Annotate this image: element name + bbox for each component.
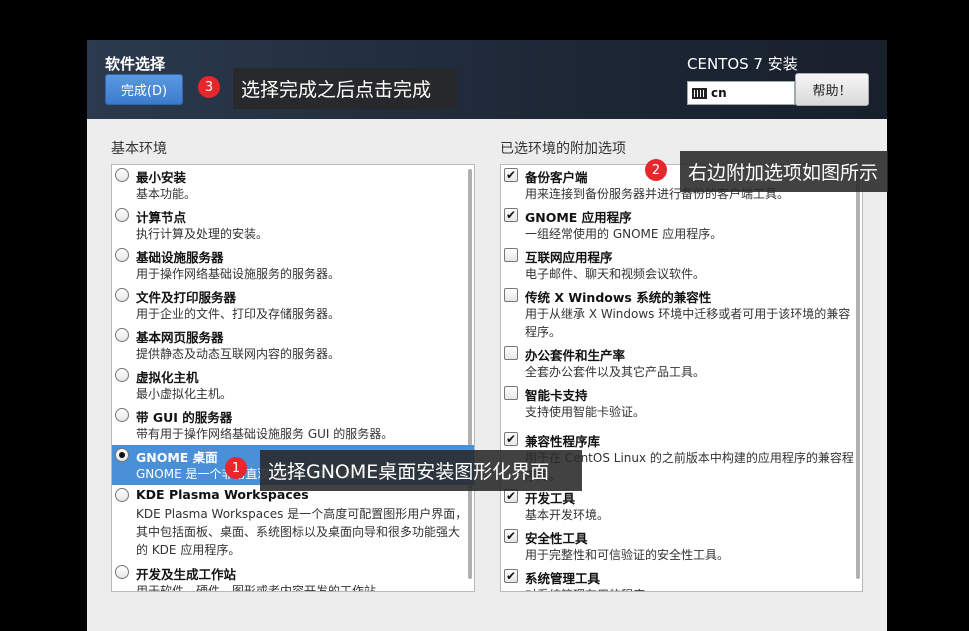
checkbox[interactable]: ✔ <box>504 569 518 583</box>
item-description: 一组经常使用的 GNOME 应用程序。 <box>525 227 723 241</box>
radio-button[interactable] <box>115 208 129 222</box>
radio-button[interactable] <box>115 288 129 302</box>
item-description: 支持使用智能卡验证。 <box>525 405 646 419</box>
checkbox[interactable]: ✔ <box>504 529 518 543</box>
radio-button[interactable] <box>115 248 129 262</box>
right-item[interactable]: 智能卡支持支持使用智能卡验证。 <box>501 383 862 423</box>
item-title: 带 GUI 的服务器 <box>136 410 233 425</box>
check-icon: ✔ <box>505 208 517 222</box>
checkbox[interactable]: ✔ <box>504 432 518 446</box>
right-item[interactable]: 办公套件和生产率全套办公套件以及其它产品工具。 <box>501 343 862 383</box>
item-description: 带有用于操作网络基础设施服务 GUI 的服务器。 <box>136 427 394 441</box>
item-description: 用于操作网络基础设施服务的服务器。 <box>136 267 341 281</box>
item-title: GNOME 桌面 <box>136 450 218 465</box>
item-description: 提供静态及动态互联网内容的服务器。 <box>136 347 341 361</box>
item-title: 文件及打印服务器 <box>136 290 237 305</box>
checkbox[interactable] <box>504 346 518 360</box>
done-button[interactable]: 完成(D) <box>105 74 183 105</box>
annotation-callout-3: 选择完成之后点击完成 <box>233 68 457 109</box>
item-description: 对系统管理有用的程序。 <box>525 586 860 591</box>
item-title: 系统管理工具 <box>525 571 601 586</box>
left-item[interactable]: 基本网页服务器提供静态及动态互联网内容的服务器。 <box>112 325 474 365</box>
right-item[interactable]: ✔ 开发工具 基本开发环境。 <box>501 486 862 526</box>
check-icon: ✔ <box>505 569 517 583</box>
item-title: 互联网应用程序 <box>525 250 613 265</box>
item-title: 计算节点 <box>136 210 187 225</box>
item-description: 基本功能。 <box>136 187 197 201</box>
radio-button[interactable] <box>115 448 129 462</box>
left-item[interactable]: 计算节点执行计算及处理的安装。 <box>112 205 474 245</box>
item-title: 开发及生成工作站 <box>136 567 237 582</box>
right-item[interactable]: ✔ 安全性工具用于完整性和可信验证的安全性工具。 <box>501 526 862 566</box>
annotation-badge-2: 2 <box>645 159 667 181</box>
item-description: 全套办公套件以及其它产品工具。 <box>525 365 706 379</box>
item-description: 电子邮件、聊天和视频会议软件。 <box>525 267 706 281</box>
annotation-callout-2: 右边附加选项如图所示 <box>680 151 888 192</box>
radio-button[interactable] <box>115 168 129 182</box>
left-item[interactable]: 开发及生成工作站用于软件、硬件、图形或者内容开发的工作站。 <box>112 562 474 592</box>
radio-button[interactable] <box>115 565 129 579</box>
item-title: 兼容性程序库 <box>525 434 601 449</box>
checkbox[interactable]: ✔ <box>504 168 518 182</box>
base-environment-label: 基本环境 <box>111 141 167 157</box>
item-title: 传统 X Windows 系统的兼容性 <box>525 290 712 305</box>
keyboard-layout-label: cn <box>711 86 727 100</box>
keyboard-layout-indicator[interactable]: cn <box>687 81 795 105</box>
item-description: 用于完整性和可信验证的安全性工具。 <box>525 548 730 562</box>
item-description: KDE Plasma Workspaces 是一个高度可配置图形用户界面，其中包… <box>136 507 468 557</box>
check-icon: ✔ <box>505 489 517 503</box>
help-button[interactable]: 帮助！ <box>795 73 869 106</box>
item-title: 智能卡支持 <box>525 388 588 403</box>
item-description: 执行计算及处理的安装。 <box>136 227 269 241</box>
annotation-badge-3: 3 <box>198 76 220 98</box>
page-title: 软件选择 <box>105 55 166 73</box>
item-title: 备份客户端 <box>525 170 588 185</box>
left-item[interactable]: 最小安装 基本功能。 <box>112 165 474 205</box>
annotation-callout-1: 选择GNOME桌面安装图形化界面 <box>260 450 582 491</box>
addons-label: 已选环境的附加选项 <box>500 141 626 157</box>
check-icon: ✔ <box>505 168 517 182</box>
item-title: 基础设施服务器 <box>136 250 224 265</box>
base-environment-list[interactable]: 最小安装基本功能。计算节点执行计算及处理的安装。 基础设施服务器用于操作网络基础设… <box>111 164 475 592</box>
right-item[interactable]: 传统 X Windows 系统的兼容性用于从继承 X Windows 环境中迁移… <box>501 285 862 343</box>
item-description: 用于从继承 X Windows 环境中迁移或者可用于该环境的兼容程序。 <box>525 307 851 339</box>
radio-button[interactable] <box>115 368 129 382</box>
left-item[interactable]: 虚拟化主机最小虚拟化主机。 <box>112 365 474 405</box>
checkbox[interactable] <box>504 288 518 302</box>
item-title: 办公套件和生产率 <box>525 348 626 363</box>
item-title: 基本网页服务器 <box>136 330 224 345</box>
radio-button[interactable] <box>115 328 129 342</box>
item-description: 用于软件、硬件、图形或者内容开发的工作站。 <box>136 584 389 592</box>
radio-button[interactable] <box>115 408 129 422</box>
installer-window: 软件选择 完成(D) CENTOS 7 安装 cn 帮助！ 基本环境 已选环境的… <box>87 40 887 631</box>
left-item[interactable]: KDE Plasma Workspaces KDE Plasma Workspac… <box>112 485 474 561</box>
checkbox[interactable] <box>504 386 518 400</box>
left-item[interactable]: 基础设施服务器用于操作网络基础设施服务的服务器。 <box>112 245 474 285</box>
product-title: CENTOS 7 安装 <box>687 55 798 73</box>
item-description: 基本开发环境。 <box>525 508 610 522</box>
item-description: 最小虚拟化主机。 <box>136 387 233 401</box>
annotation-badge-1: 1 <box>225 457 247 479</box>
right-item[interactable]: 互联网应用程序电子邮件、聊天和视频会议软件。 <box>501 245 862 285</box>
checkbox[interactable] <box>504 248 518 262</box>
item-title: GNOME 应用程序 <box>525 210 632 225</box>
item-description: 用于企业的文件、打印及存储服务器。 <box>136 307 341 321</box>
item-title: 虚拟化主机 <box>136 370 199 385</box>
left-item[interactable]: 带 GUI 的服务器带有用于操作网络基础设施服务 GUI 的服务器。 <box>112 405 474 445</box>
check-icon: ✔ <box>505 529 517 543</box>
radio-button[interactable] <box>115 488 129 502</box>
item-title: 安全性工具 <box>525 531 588 546</box>
addons-list[interactable]: ✔ 备份客户端 用来连接到备份服务器并进行备份的客户端工具。 ✔ GNOME 应用程序一… <box>500 164 863 592</box>
keyboard-icon <box>692 87 707 99</box>
right-item[interactable]: ✔ 系统管理工具对系统管理有用的程序。 <box>501 566 862 591</box>
check-icon: ✔ <box>505 432 517 446</box>
item-title: 最小安装 <box>136 170 187 185</box>
left-item[interactable]: 文件及打印服务器用于企业的文件、打印及存储服务器。 <box>112 285 474 325</box>
right-item[interactable]: ✔ GNOME 应用程序一组经常使用的 GNOME 应用程序。 <box>501 205 862 245</box>
checkbox[interactable]: ✔ <box>504 489 518 503</box>
checkbox[interactable]: ✔ <box>504 208 518 222</box>
